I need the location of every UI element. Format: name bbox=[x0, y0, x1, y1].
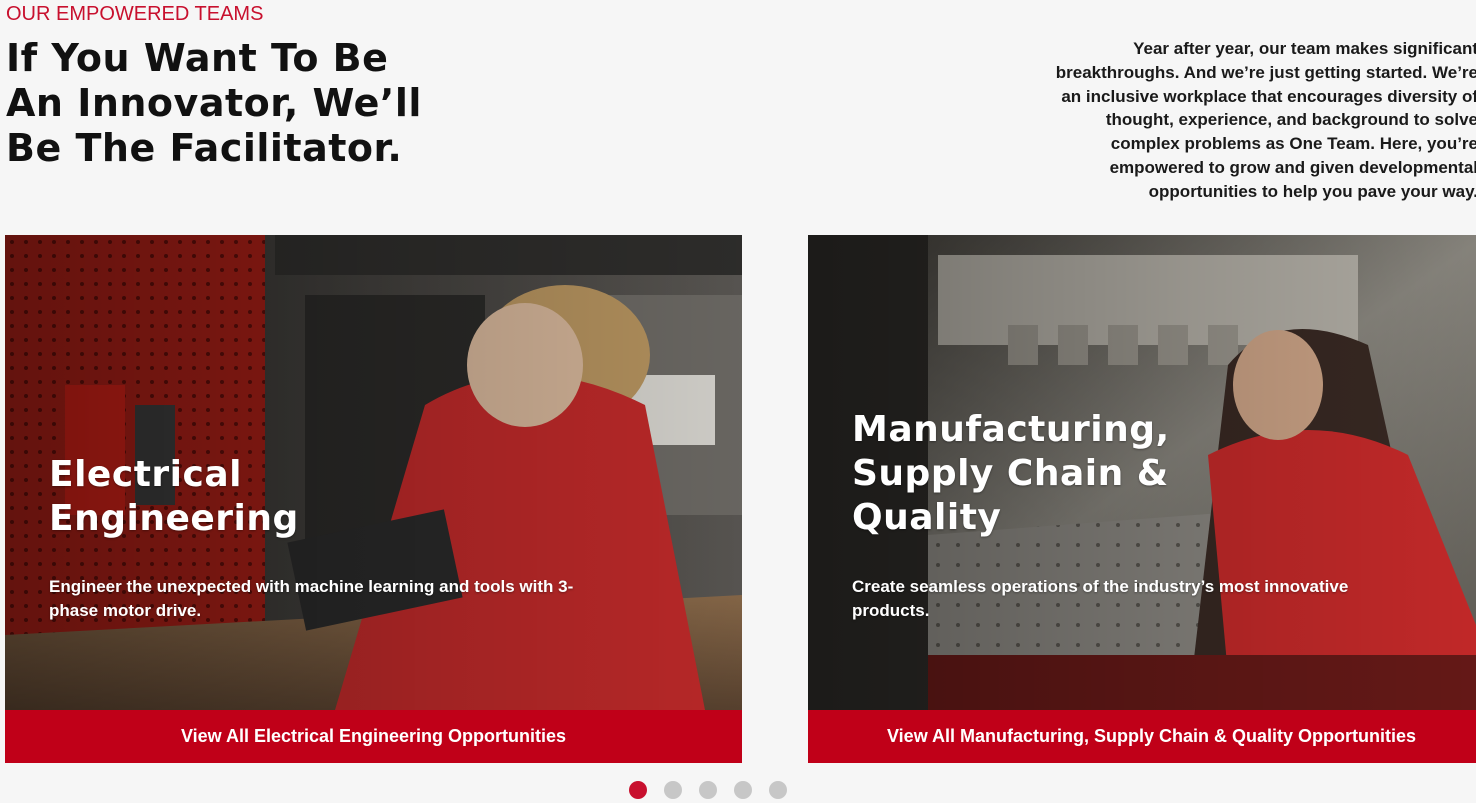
team-card-manufacturing-supply-chain-quality[interactable]: Manufacturing, Supply Chain & Quality Cr… bbox=[808, 235, 1476, 763]
teams-section: OUR EMPOWERED TEAMS If You Want To Be An… bbox=[0, 0, 1476, 803]
card-description: Engineer the unexpected with machine lea… bbox=[49, 577, 574, 620]
view-manufacturing-opportunities-button[interactable]: View All Manufacturing, Supply Chain & Q… bbox=[808, 710, 1476, 763]
team-card-electrical-engineering[interactable]: Electrical Engineering Engineer the unex… bbox=[5, 235, 742, 763]
card-description: Create seamless operations of the indust… bbox=[852, 577, 1349, 620]
section-eyebrow: OUR EMPOWERED TEAMS bbox=[6, 3, 264, 25]
carousel-dot-3[interactable] bbox=[699, 781, 717, 799]
view-electrical-engineering-opportunities-button[interactable]: View All Electrical Engineering Opportun… bbox=[5, 710, 742, 763]
card-title: Electrical Engineering bbox=[49, 454, 299, 539]
carousel-dot-4[interactable] bbox=[734, 781, 752, 799]
carousel-dot-2[interactable] bbox=[664, 781, 682, 799]
card-title: Manufacturing, Supply Chain & Quality bbox=[852, 409, 1170, 538]
section-headline: If You Want To Be An Innovator, We’ll Be… bbox=[6, 36, 422, 170]
carousel-dot-5[interactable] bbox=[769, 781, 787, 799]
carousel-dot-1[interactable] bbox=[629, 781, 647, 799]
section-intro: Year after year, our team makes signific… bbox=[1055, 39, 1476, 201]
carousel-pagination bbox=[629, 781, 787, 799]
